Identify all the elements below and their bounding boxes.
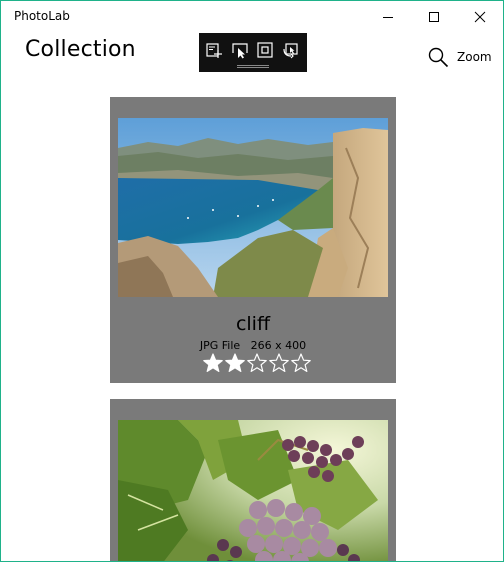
app-title: PhotoLab xyxy=(14,9,70,23)
cast-pointer-icon xyxy=(232,43,248,59)
file-type: JPG File xyxy=(199,339,241,352)
zoom-label: Zoom xyxy=(457,50,492,64)
rating-control[interactable] xyxy=(203,353,311,373)
search-icon xyxy=(428,47,449,68)
photo-name: cliff xyxy=(235,313,271,335)
photo-meta: JPG File 266 x 400 xyxy=(110,339,396,352)
maximize-icon xyxy=(429,12,439,22)
add-to-collection-button[interactable] xyxy=(204,40,224,60)
star-empty-icon[interactable] xyxy=(291,353,311,373)
app-window: PhotoLab Collection Zoom cliff JPG File … xyxy=(0,0,504,562)
fit-frame-icon xyxy=(257,42,273,58)
toolbar-drag-handle[interactable] xyxy=(237,65,269,68)
cast-pointer-button[interactable] xyxy=(230,40,250,60)
rotate-frame-icon xyxy=(283,43,298,59)
star-empty-icon[interactable] xyxy=(269,353,289,373)
close-icon xyxy=(474,11,486,23)
title-bar[interactable]: PhotoLab xyxy=(1,1,503,33)
star-filled-icon[interactable] xyxy=(203,353,223,373)
add-to-collection-icon xyxy=(206,43,222,58)
minimize-button[interactable] xyxy=(365,1,411,33)
rotate-frame-button[interactable] xyxy=(281,40,301,60)
photo-thumbnail xyxy=(118,118,388,297)
minimize-icon xyxy=(383,17,393,18)
star-filled-icon[interactable] xyxy=(225,353,245,373)
photo-thumbnail xyxy=(118,420,388,561)
zoom-button[interactable]: Zoom xyxy=(427,43,492,71)
fit-frame-button[interactable] xyxy=(255,40,275,60)
compact-overlay-toolbar[interactable] xyxy=(199,33,307,72)
page-title: Collection xyxy=(25,37,136,62)
star-empty-icon[interactable] xyxy=(247,353,267,373)
photo-card[interactable] xyxy=(110,399,396,561)
photo-card[interactable]: cliff JPG File 266 x 400 xyxy=(110,97,396,383)
maximize-button[interactable] xyxy=(411,1,457,33)
image-dimensions: 266 x 400 xyxy=(250,339,307,352)
close-button[interactable] xyxy=(457,1,503,33)
